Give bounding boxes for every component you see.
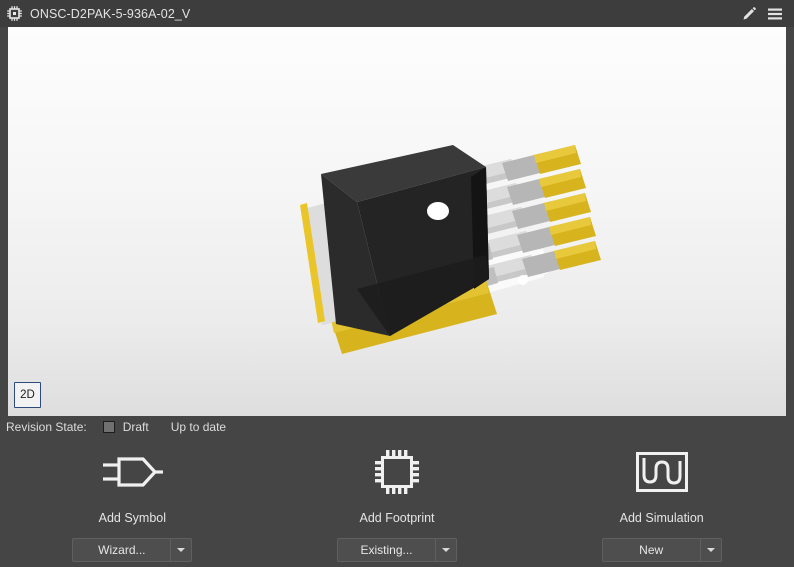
action-label: Add Simulation (619, 511, 704, 525)
window-title: ONSC-D2PAK-5-936A-02_V (30, 6, 191, 21)
revision-state-label: Revision State: (6, 420, 87, 434)
revision-state-color-swatch (102, 421, 115, 433)
add-footprint-dropdown-toggle[interactable] (435, 539, 456, 561)
action-label: Add Footprint (359, 511, 435, 525)
action-add-symbol: Add Symbol Wizard... (0, 440, 265, 567)
footprint-chip-icon (371, 446, 423, 498)
add-simulation-button-label[interactable]: New (603, 539, 700, 561)
add-simulation-split-button[interactable]: New (601, 538, 722, 562)
add-symbol-split-button[interactable]: Wizard... (72, 538, 193, 562)
revision-state-row: Revision State: Draft Up to date (0, 417, 794, 437)
add-footprint-button-label[interactable]: Existing... (338, 539, 435, 561)
view-mode-2d-button[interactable]: 2D (14, 382, 41, 408)
action-label: Add Symbol (98, 511, 167, 525)
simulation-waveform-icon (635, 446, 689, 498)
revision-sync-status: Up to date (170, 420, 227, 434)
chevron-down-icon (442, 548, 450, 552)
package-3d-model (8, 27, 786, 416)
pencil-icon[interactable] (736, 1, 762, 27)
chip-icon (4, 4, 24, 24)
component-editor-window: ONSC-D2PAK-5-936A-02_V 2D Revision State… (0, 0, 794, 567)
chevron-down-icon (706, 548, 715, 552)
hamburger-menu-icon[interactable] (762, 1, 788, 27)
action-add-simulation: Add Simulation New (529, 440, 794, 567)
model-viewport[interactable]: 2D (8, 27, 786, 416)
add-footprint-split-button[interactable]: Existing... (337, 538, 457, 562)
add-symbol-button-label[interactable]: Wizard... (73, 539, 170, 561)
revision-state-value: Draft (122, 420, 149, 434)
chevron-down-icon (177, 548, 186, 552)
action-add-footprint: Add Footprint Existing... (265, 440, 530, 567)
symbol-gate-icon (99, 446, 165, 498)
title-bar: ONSC-D2PAK-5-936A-02_V (0, 0, 794, 27)
add-simulation-dropdown-toggle[interactable] (699, 539, 721, 561)
add-content-actions: Add Symbol Wizard... Add Footprint Exist… (0, 440, 794, 567)
add-symbol-dropdown-toggle[interactable] (170, 539, 191, 561)
